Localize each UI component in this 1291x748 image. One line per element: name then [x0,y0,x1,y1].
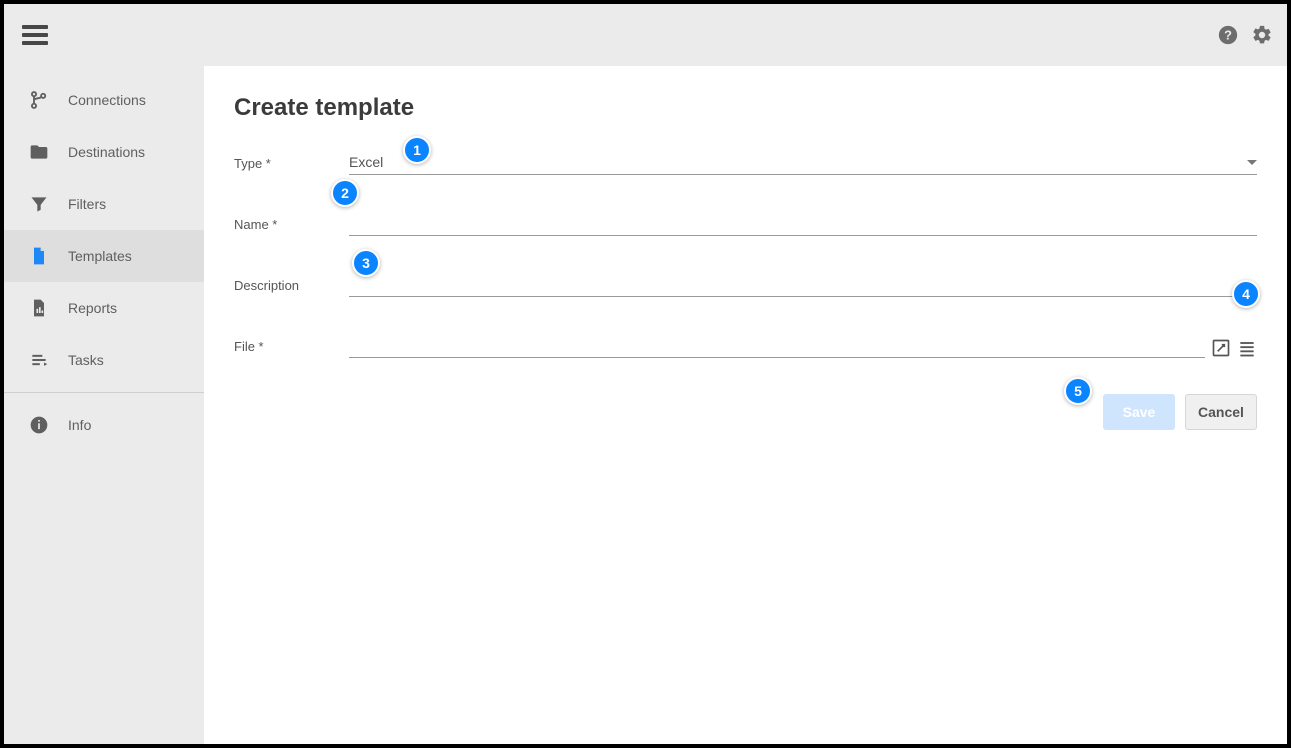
folder-icon [28,142,50,162]
sidebar-item-destinations[interactable]: Destinations [4,126,204,178]
topbar: ? [4,4,1287,66]
button-row: Save Cancel [234,394,1257,430]
field-row-file: File * [234,333,1257,358]
help-icon[interactable]: ? [1217,24,1239,46]
gear-icon[interactable] [1251,24,1273,46]
description-input[interactable] [349,272,1257,297]
sidebar: Connections Destinations Filters Templat… [4,66,204,744]
sidebar-divider [4,392,204,393]
sidebar-item-label: Tasks [68,352,104,368]
annotation-badge-4: 4 [1232,280,1260,308]
sidebar-item-label: Templates [68,248,132,264]
cancel-button[interactable]: Cancel [1185,394,1257,430]
menu-toggle-button[interactable] [18,17,52,53]
sidebar-item-filters[interactable]: Filters [4,178,204,230]
field-row-description: Description [234,272,1257,297]
sidebar-item-label: Info [68,417,91,433]
save-button[interactable]: Save [1103,394,1175,430]
field-row-type: Type * Excel [234,150,1257,175]
field-row-name: Name * [234,211,1257,236]
annotation-badge-3: 3 [352,249,380,277]
cancel-button-label: Cancel [1198,404,1244,420]
sidebar-item-label: Filters [68,196,106,212]
type-label: Type * [234,156,349,175]
file-input[interactable] [349,333,1205,358]
git-branch-icon [28,90,50,110]
sidebar-item-connections[interactable]: Connections [4,74,204,126]
page-title: Create template [234,94,1257,122]
sidebar-item-reports[interactable]: Reports [4,282,204,334]
annotation-badge-2: 2 [331,179,359,207]
annotation-badge-5: 5 [1064,377,1092,405]
sidebar-item-tasks[interactable]: Tasks [4,334,204,386]
name-label: Name * [234,217,349,236]
sidebar-item-label: Reports [68,300,117,316]
edit-icon[interactable] [1211,338,1231,358]
info-icon [28,415,50,435]
funnel-icon [28,194,50,214]
description-label: Description [234,278,349,297]
chart-file-icon [28,298,50,318]
main-content: Create template Type * Excel Name * Desc… [204,66,1287,744]
save-button-label: Save [1123,404,1156,420]
name-input[interactable] [349,211,1257,236]
file-label: File * [234,339,349,358]
chevron-down-icon [1247,160,1257,165]
type-select-value: Excel [349,154,383,170]
menu-lines-icon[interactable] [1237,338,1257,358]
sidebar-item-label: Destinations [68,144,145,160]
svg-text:?: ? [1224,28,1232,43]
file-icon [28,246,50,266]
list-icon [28,350,50,370]
type-select[interactable]: Excel [349,150,1257,175]
sidebar-item-label: Connections [68,92,146,108]
sidebar-item-templates[interactable]: Templates [4,230,204,282]
sidebar-item-info[interactable]: Info [4,399,204,451]
annotation-badge-1: 1 [403,136,431,164]
